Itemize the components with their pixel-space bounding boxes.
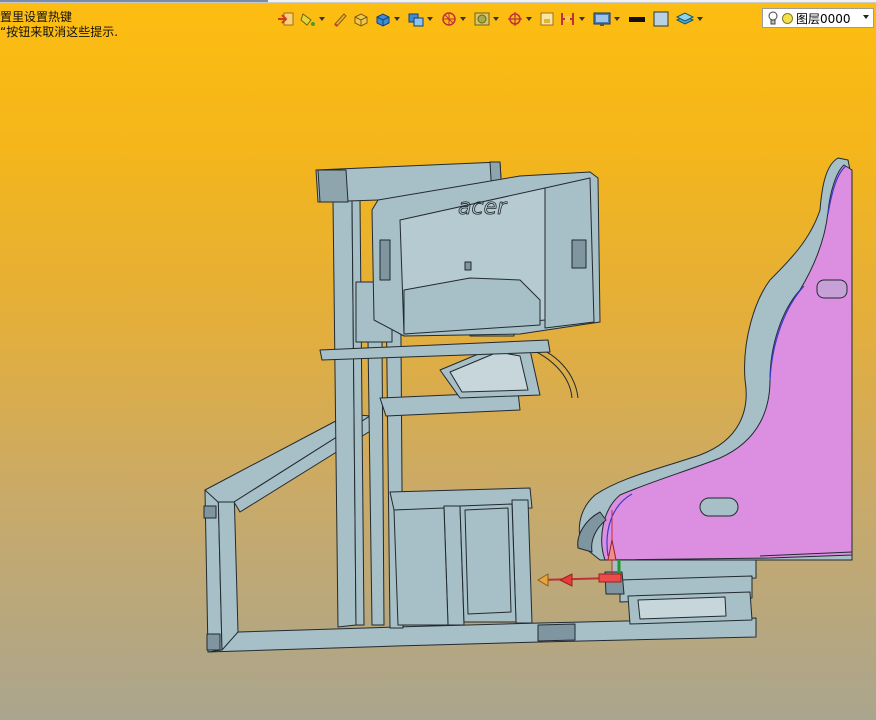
hint-line-2: “按钮来取消这些提示. — [0, 25, 119, 39]
solid-button[interactable] — [351, 8, 371, 30]
import-arrow-icon — [278, 12, 294, 26]
3d-viewport[interactable]: acer — [0, 0, 876, 720]
seat-support — [604, 555, 757, 625]
assembly-button[interactable] — [406, 8, 437, 30]
solid-blue-button[interactable] — [373, 8, 404, 30]
section-button[interactable] — [558, 8, 589, 30]
wheel-view-icon — [442, 12, 456, 26]
fill-color-icon — [653, 11, 669, 27]
pencil-icon — [334, 13, 347, 27]
title-strip — [0, 0, 876, 3]
lightbulb-icon — [768, 11, 778, 25]
layers-icon — [675, 12, 695, 25]
layers-button[interactable] — [674, 8, 707, 30]
display-mode-icon — [593, 12, 611, 26]
bucket-seat — [577, 157, 853, 561]
render-mode-button[interactable] — [472, 8, 503, 30]
line-color-button[interactable] — [626, 8, 648, 30]
view-toolbar — [276, 8, 707, 30]
box-blue-icon — [376, 13, 390, 27]
layer-name: 图层0000 — [796, 11, 851, 26]
shaded-view-icon — [474, 12, 490, 26]
layer-dropdown[interactable]: 图层0000 — [762, 8, 874, 28]
box-solid-icon — [354, 13, 368, 27]
hint-line-1: 置里设置热键 — [0, 10, 73, 24]
layer-color-dot — [782, 12, 793, 24]
import-button[interactable] — [276, 8, 296, 30]
paint-button[interactable] — [298, 8, 329, 30]
active-tab-strip[interactable] — [0, 0, 268, 2]
snap-target-icon — [508, 12, 522, 26]
svg-text:acer: acer — [458, 195, 508, 220]
display-button[interactable] — [591, 8, 624, 30]
acer-monitor: acer — [371, 171, 601, 337]
line-color-icon — [629, 17, 645, 22]
frame-button[interactable] — [538, 8, 556, 30]
frame-icon — [540, 12, 554, 26]
multi-box-icon — [408, 13, 424, 27]
snap-button[interactable] — [505, 8, 536, 30]
orbit-button[interactable] — [439, 8, 470, 30]
paint-bucket-icon — [300, 13, 315, 26]
section-icon — [561, 13, 574, 25]
cad-model: acer — [203, 157, 853, 653]
sketch-button[interactable] — [331, 8, 349, 30]
hint-text: 置里设置热键 “按钮来取消这些提示. — [0, 10, 118, 40]
chevron-down-icon[interactable] — [863, 15, 869, 19]
fill-color-button[interactable] — [650, 8, 672, 30]
